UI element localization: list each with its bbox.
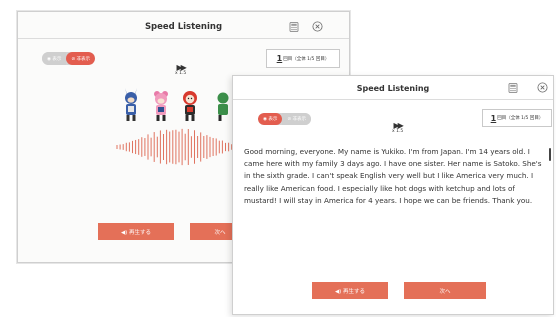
hide-option[interactable]: ⊘ 非表示 xyxy=(282,113,312,125)
play-button[interactable]: ◀) 再生する xyxy=(312,282,388,299)
front-window: Speed Listening ◉ 表示 ⊘ 非表示 1 回目（全体 1/5 回… xyxy=(232,75,554,315)
play-button[interactable]: ◀) 再生する xyxy=(98,223,174,240)
play-count-number: 1 xyxy=(276,54,283,63)
window-title: Speed Listening xyxy=(144,22,223,32)
fast-forward-icon: ▶▶ xyxy=(176,63,186,72)
calculator-icon[interactable] xyxy=(508,83,518,93)
speed-label: x 1.5 xyxy=(392,129,404,134)
story-text: Good morning, everyone. My name is Yukik… xyxy=(244,147,542,205)
close-icon[interactable] xyxy=(537,82,548,93)
speed-label: x 1.5 xyxy=(175,71,187,76)
show-option[interactable]: ◉ 表示 xyxy=(258,113,283,125)
characters-illustration xyxy=(125,88,229,121)
title-divider xyxy=(233,99,553,100)
title-divider xyxy=(18,38,349,39)
next-button[interactable]: 次へ xyxy=(404,282,486,299)
show-option[interactable]: ◉ 表示 xyxy=(42,52,67,65)
close-icon[interactable] xyxy=(312,21,323,32)
window-title: Speed Listening xyxy=(356,84,430,93)
play-count-text: 回目（全体 1/5 回目） xyxy=(283,56,330,62)
audio-waveform xyxy=(116,128,239,166)
play-count: 1 回目（全体 1/5 回目） xyxy=(482,109,552,127)
text-visibility-toggle[interactable]: ◉ 表示 ⊘ 非表示 xyxy=(258,113,312,125)
play-count-text: 回目（全体 1/5 回目） xyxy=(497,116,544,121)
play-count: 1 回目（全体 1/5 回目） xyxy=(266,49,340,68)
text-visibility-toggle[interactable]: ◉ 表示 ⊘ 非表示 xyxy=(42,52,96,65)
speed-indicator[interactable]: ▶▶ x 1.5 xyxy=(175,63,187,77)
hide-option[interactable]: ⊘ 非表示 xyxy=(66,52,96,65)
play-count-number: 1 xyxy=(490,113,497,123)
speed-indicator[interactable]: ▶▶ x 1.5 xyxy=(392,121,404,135)
fast-forward-icon: ▶▶ xyxy=(393,121,403,130)
scrollbar[interactable] xyxy=(549,148,551,161)
calculator-icon[interactable] xyxy=(289,22,299,32)
